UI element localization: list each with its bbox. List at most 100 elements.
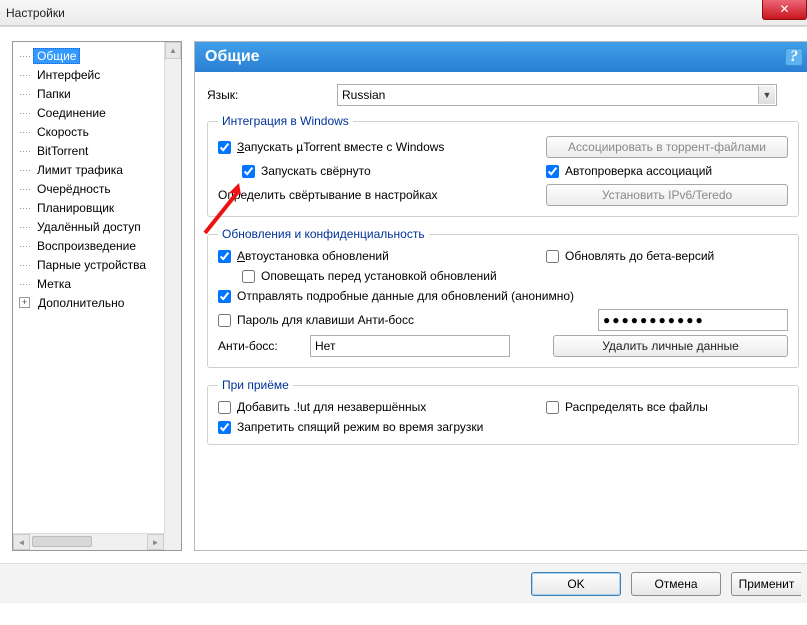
group-integration: Интеграция в Windows Запускать µTorrent …	[207, 114, 799, 217]
tree-item-11[interactable]: ····Парные устройства	[13, 255, 164, 274]
dropdown-arrow-icon: ▼	[758, 86, 775, 104]
group-receive-legend: При приёме	[218, 378, 293, 392]
language-label: Язык:	[207, 88, 337, 102]
chk-start-with-windows-box[interactable]	[218, 141, 231, 154]
chk-start-minimized[interactable]: Запускать свёрнуто	[218, 164, 538, 178]
hscroll-thumb[interactable]	[32, 536, 92, 547]
chk-add-ut-ext-box[interactable]	[218, 401, 231, 414]
tree-vertical-scrollbar[interactable]: ▲	[164, 42, 181, 533]
group-integration-legend: Интеграция в Windows	[218, 114, 353, 128]
tree-item-label: Лимит трафика	[33, 162, 127, 178]
main-header-title: Общие	[205, 48, 260, 66]
tree-branch-icon: ····	[19, 241, 33, 251]
tree-branch-icon: ····	[19, 184, 33, 194]
chk-start-minimized-box[interactable]	[242, 165, 255, 178]
tree-horizontal-scrollbar[interactable]: ◄ ►	[13, 533, 164, 550]
titlebar: Настройки ✕	[0, 0, 807, 26]
tree-item-13[interactable]: + Дополнительно	[13, 293, 164, 312]
chk-preallocate-files[interactable]: Распределять все файлы	[546, 400, 788, 414]
tree-expand-icon[interactable]: +	[19, 297, 30, 308]
tree-item-label: Скорость	[33, 124, 93, 140]
chk-auto-update[interactable]: Автоустановка обновлений	[218, 249, 538, 263]
tree-item-8[interactable]: ····Планировщик	[13, 198, 164, 217]
window-close-button[interactable]: ✕	[762, 0, 807, 20]
dialog-button-bar: OK Отмена Применит	[0, 563, 807, 603]
tree-branch-icon: ····	[19, 203, 33, 213]
chk-send-anon-stats[interactable]: Отправлять подробные данные для обновлен…	[218, 289, 788, 303]
chk-notify-before-update[interactable]: Оповещать перед установкой обновлений	[218, 269, 788, 283]
chk-auto-update-box[interactable]	[218, 250, 231, 263]
tree-item-label: Папки	[33, 86, 75, 102]
chk-auto-check-assoc[interactable]: Автопроверка ассоциаций	[546, 164, 788, 178]
scroll-up-arrow-icon[interactable]: ▲	[165, 42, 181, 59]
chk-send-anon-stats-box[interactable]	[218, 290, 231, 303]
btn-delete-personal-data[interactable]: Удалить личные данные	[553, 335, 788, 357]
window-body: ····Общие····Интерфейс····Папки····Соеди…	[0, 26, 807, 625]
chk-add-ut-ext[interactable]: Добавить .!ut для незавершённых	[218, 400, 538, 414]
tree-item-label: BitTorrent	[33, 143, 92, 159]
antiboss-input[interactable]: Нет	[310, 335, 510, 357]
tree-item-9[interactable]: ····Удалённый доступ	[13, 217, 164, 236]
tree-branch-icon: ····	[19, 165, 33, 175]
tree-item-4[interactable]: ····Скорость	[13, 122, 164, 141]
chk-auto-check-assoc-box[interactable]	[546, 165, 559, 178]
group-updates-legend: Обновления и конфиденциальность	[218, 227, 429, 241]
chk-start-with-windows[interactable]: Запускать µTorrent вместе с Windows	[218, 140, 538, 154]
boss-password-input[interactable]: ●●●●●●●●●●●	[598, 309, 788, 331]
language-value: Russian	[342, 88, 385, 102]
tree-item-3[interactable]: ····Соединение	[13, 103, 164, 122]
scroll-left-arrow-icon[interactable]: ◄	[13, 534, 30, 550]
category-tree[interactable]: ····Общие····Интерфейс····Папки····Соеди…	[13, 42, 164, 533]
tree-item-2[interactable]: ····Папки	[13, 84, 164, 103]
ok-button[interactable]: OK	[531, 572, 621, 596]
tree-branch-icon: ····	[19, 222, 33, 232]
tree-item-6[interactable]: ····Лимит трафика	[13, 160, 164, 179]
tree-item-10[interactable]: ····Воспроизведение	[13, 236, 164, 255]
btn-associate-torrent[interactable]: Ассоциировать в торрент-файлами	[546, 136, 788, 158]
tree-item-1[interactable]: ····Интерфейс	[13, 65, 164, 84]
chk-preallocate-files-box[interactable]	[546, 401, 559, 414]
tree-branch-icon: ····	[19, 89, 33, 99]
tree-branch-icon: ····	[19, 70, 33, 80]
antiboss-label: Анти-босс:	[218, 339, 300, 353]
tree-item-label: Интерфейс	[33, 67, 104, 83]
group-updates: Обновления и конфиденциальность Автоуста…	[207, 227, 799, 368]
tree-branch-icon: ····	[19, 127, 33, 137]
chk-update-beta[interactable]: Обновлять до бета-версий	[546, 249, 788, 263]
tree-item-label: Метка	[33, 276, 75, 292]
minimize-in-settings-label: Определить свёртывание в настройках	[218, 188, 538, 202]
scroll-right-arrow-icon[interactable]: ►	[147, 534, 164, 550]
tree-item-label: Очерёдность	[33, 181, 115, 197]
chk-prevent-sleep-box[interactable]	[218, 421, 231, 434]
apply-button[interactable]: Применит	[731, 572, 801, 596]
tree-item-7[interactable]: ····Очерёдность	[13, 179, 164, 198]
language-select[interactable]: Russian ▼	[337, 84, 777, 106]
window-title: Настройки	[6, 6, 65, 20]
chk-notify-before-update-box[interactable]	[242, 270, 255, 283]
btn-install-ipv6[interactable]: Установить IPv6/Teredo	[546, 184, 788, 206]
tree-item-label: Дополнительно	[34, 295, 128, 311]
chk-prevent-sleep[interactable]: Запретить спящий режим во время загрузки	[218, 420, 788, 434]
tree-branch-icon: ····	[19, 51, 33, 61]
tree-item-label: Удалённый доступ	[33, 219, 145, 235]
main-header: Общие ?	[195, 42, 807, 72]
tree-item-label: Планировщик	[33, 200, 118, 216]
chk-boss-password[interactable]: Пароль для клавиши Анти-босс	[218, 313, 538, 327]
tree-branch-icon: ····	[19, 260, 33, 270]
tree-item-label: Соединение	[33, 105, 110, 121]
tree-item-label: Общие	[33, 48, 80, 64]
tree-item-5[interactable]: ····BitTorrent	[13, 141, 164, 160]
help-icon[interactable]: ?	[785, 48, 803, 66]
tree-branch-icon: ····	[19, 279, 33, 289]
category-tree-pane: ····Общие····Интерфейс····Папки····Соеди…	[12, 41, 182, 551]
cancel-button[interactable]: Отмена	[631, 572, 721, 596]
tree-branch-icon: ····	[19, 146, 33, 156]
tree-item-0[interactable]: ····Общие	[13, 46, 164, 65]
chk-update-beta-box[interactable]	[546, 250, 559, 263]
tree-item-12[interactable]: ····Метка	[13, 274, 164, 293]
settings-main-pane: Общие ? Язык: Russian ▼ Интеграция в Win…	[194, 41, 807, 551]
group-receive: При приёме Добавить .!ut для незавершённ…	[207, 378, 799, 445]
tree-branch-icon: ····	[19, 108, 33, 118]
chk-boss-password-box[interactable]	[218, 314, 231, 327]
scroll-corner	[164, 533, 181, 550]
